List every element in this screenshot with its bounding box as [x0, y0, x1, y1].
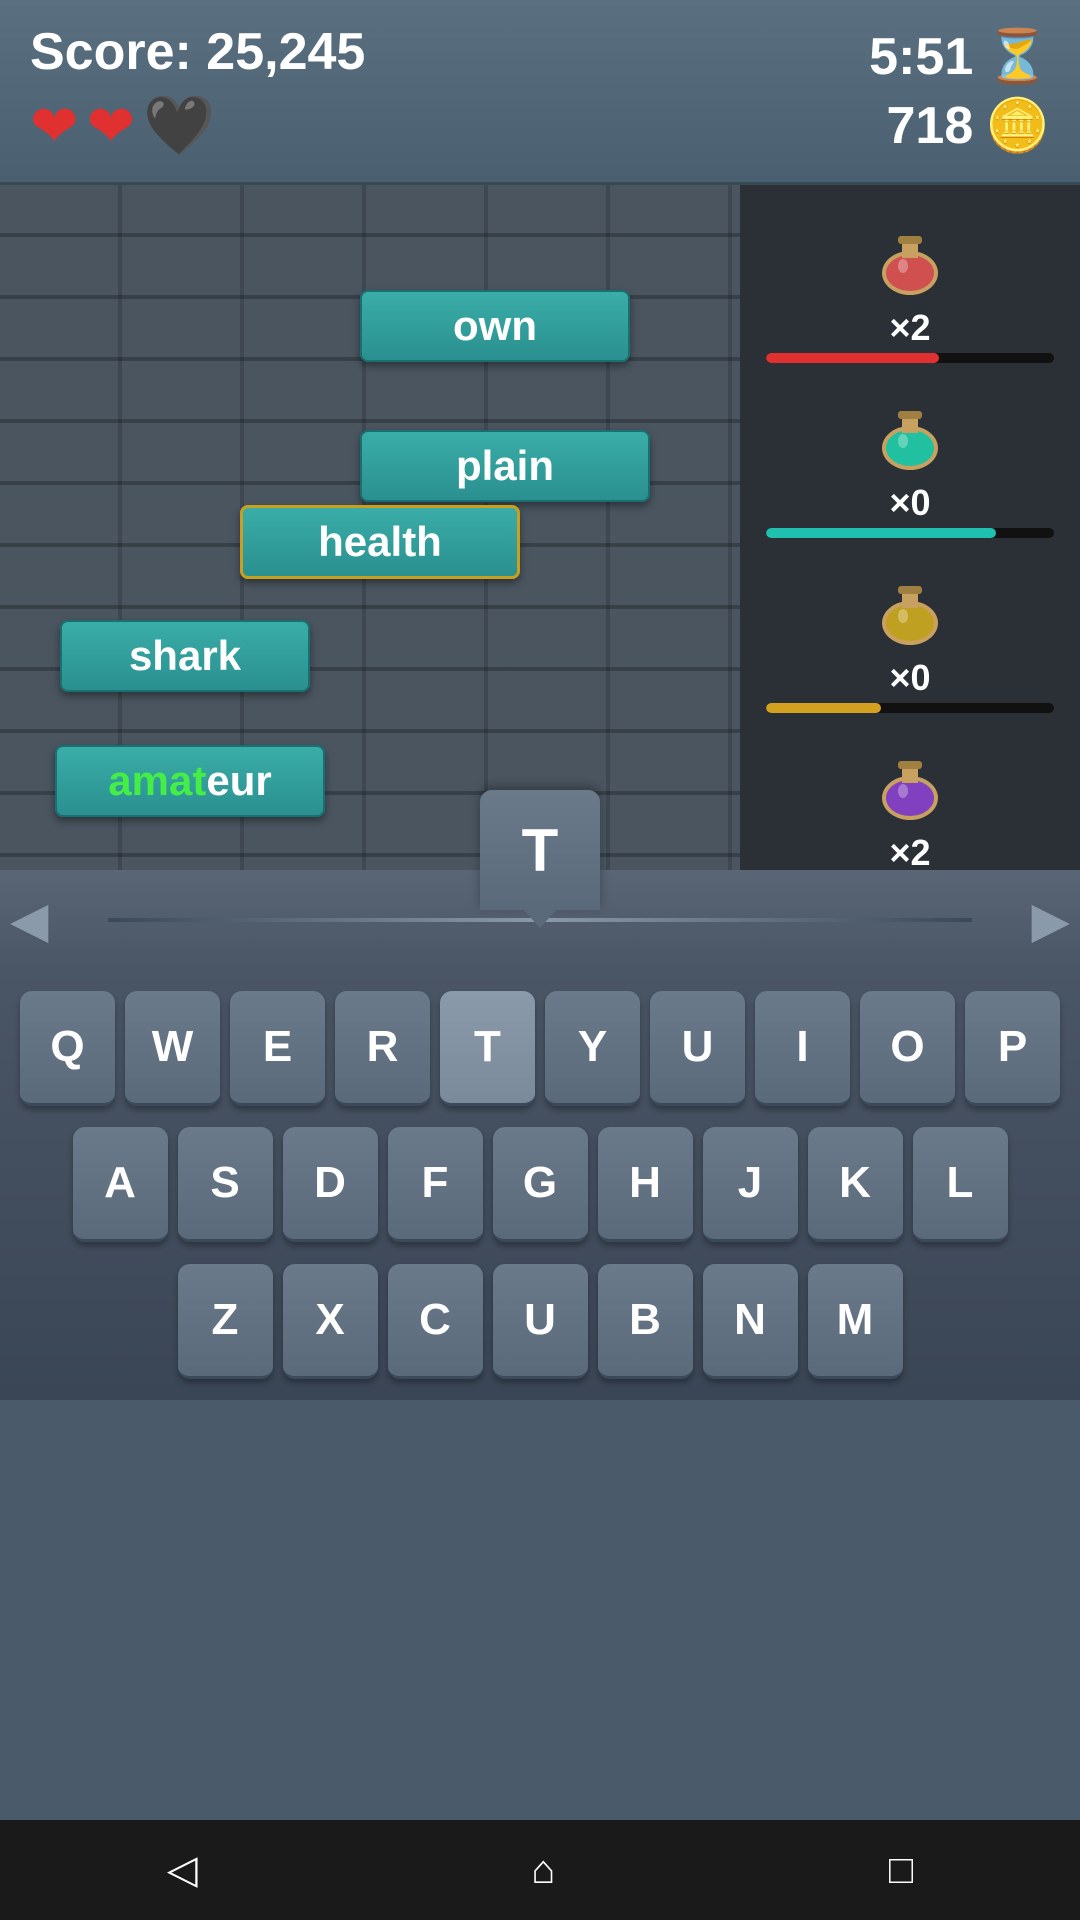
key-C[interactable]: C [388, 1264, 483, 1379]
keyboard-row-1: Q W E R T Y U I O P [20, 991, 1060, 1106]
matched-prefix: amat [108, 757, 206, 805]
heart-3: 🖤 [143, 92, 215, 160]
key-J[interactable]: J [703, 1127, 798, 1242]
coin-display: 718 [886, 96, 973, 156]
remaining-suffix: eur [206, 757, 271, 805]
header-left: Score: 25,245 ❤ ❤ 🖤 [30, 22, 365, 160]
potion-count-yellow: ×0 [889, 657, 930, 699]
header-right: 5:51 ⏳ 718 🪙 [869, 26, 1050, 156]
potion-slot-yellow[interactable]: ×0 [750, 563, 1070, 713]
key-E[interactable]: E [230, 991, 325, 1106]
key-W[interactable]: W [125, 991, 220, 1106]
selector-right-arrow[interactable]: ▶ [1032, 891, 1070, 949]
key-R[interactable]: R [335, 991, 430, 1106]
word-tile-plain[interactable]: plain [360, 430, 650, 502]
key-N[interactable]: N [703, 1264, 798, 1379]
potions-sidebar: ×2 ×0 [740, 185, 1080, 915]
nav-recents-button[interactable]: □ [859, 1838, 943, 1903]
potion-slot-red[interactable]: ×2 [750, 213, 1070, 363]
key-K[interactable]: K [808, 1127, 903, 1242]
nav-back-button[interactable]: ◁ [137, 1837, 228, 1903]
coin-icon: 🪙 [985, 95, 1050, 156]
key-B[interactable]: B [598, 1264, 693, 1379]
heart-1: ❤ [30, 92, 79, 160]
key-I[interactable]: I [755, 991, 850, 1106]
selector-left-arrow[interactable]: ◀ [10, 891, 48, 949]
potion-bottle-teal [865, 388, 955, 478]
timer-row: 5:51 ⏳ [869, 26, 1050, 87]
potion-slot-purple[interactable]: ×2 [750, 738, 1070, 888]
key-O[interactable]: O [860, 991, 955, 1106]
key-G[interactable]: G [493, 1127, 588, 1242]
potion-slot-teal[interactable]: ×0 [750, 388, 1070, 538]
keyboard-row-2: A S D F G H J K L [73, 1127, 1008, 1242]
word-tile-shark[interactable]: shark [60, 620, 310, 692]
key-P[interactable]: P [965, 991, 1060, 1106]
potion-bar-yellow [766, 703, 1054, 713]
key-U[interactable]: U [650, 991, 745, 1106]
potion-count-teal: ×0 [889, 482, 930, 524]
key-Q[interactable]: Q [20, 991, 115, 1106]
potion-bottle-yellow [865, 563, 955, 653]
key-L[interactable]: L [913, 1127, 1008, 1242]
score-display: Score: 25,245 [30, 22, 365, 82]
key-H[interactable]: H [598, 1127, 693, 1242]
key-T[interactable]: T [440, 991, 535, 1106]
potion-bottle-red [865, 213, 955, 303]
word-tile-amateur[interactable]: amateur [55, 745, 325, 817]
word-tile-own[interactable]: own [360, 290, 630, 362]
game-area: own plain health shark amateur [0, 185, 740, 915]
nav-home-button[interactable]: ⌂ [501, 1838, 585, 1903]
key-M[interactable]: M [808, 1264, 903, 1379]
hearts-row: ❤ ❤ 🖤 [30, 92, 365, 160]
potion-bar-teal [766, 528, 1054, 538]
key-A[interactable]: A [73, 1127, 168, 1242]
key-F[interactable]: F [388, 1127, 483, 1242]
key-Y[interactable]: Y [545, 991, 640, 1106]
game-header: Score: 25,245 ❤ ❤ 🖤 5:51 ⏳ 718 🪙 [0, 0, 1080, 185]
keyboard: Q W E R T Y U I O P A S D F G H J K L Z … [0, 970, 1080, 1400]
selected-letter-bubble[interactable]: T [480, 790, 600, 910]
potion-bottle-purple [865, 738, 955, 828]
hourglass-icon: ⏳ [985, 26, 1050, 87]
potion-count-purple: ×2 [889, 832, 930, 874]
coin-row: 718 🪙 [886, 95, 1050, 156]
potion-count-red: ×2 [889, 307, 930, 349]
heart-2: ❤ [87, 92, 136, 160]
key-U2[interactable]: U [493, 1264, 588, 1379]
keyboard-row-3: Z X C U B N M [178, 1264, 903, 1379]
key-D[interactable]: D [283, 1127, 378, 1242]
key-X[interactable]: X [283, 1264, 378, 1379]
word-tile-health[interactable]: health [240, 505, 520, 579]
key-Z[interactable]: Z [178, 1264, 273, 1379]
timer-display: 5:51 [869, 27, 973, 87]
potion-bar-red [766, 353, 1054, 363]
nav-bar: ◁ ⌂ □ [0, 1820, 1080, 1920]
letter-selector[interactable]: ◀ T ▶ [0, 870, 1080, 970]
key-S[interactable]: S [178, 1127, 273, 1242]
